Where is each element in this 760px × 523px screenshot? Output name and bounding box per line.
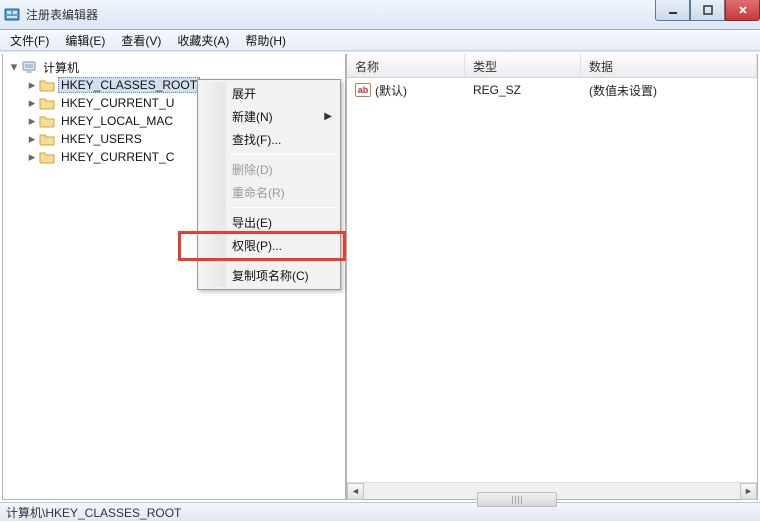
title-bar: 注册表编辑器 bbox=[0, 0, 760, 30]
tree-item-label: HKEY_CURRENT_U bbox=[58, 96, 177, 110]
computer-icon bbox=[21, 59, 37, 75]
menu-favorites[interactable]: 收藏夹(A) bbox=[169, 30, 237, 51]
cm-label: 删除(D) bbox=[232, 161, 273, 178]
cell-name: ab (默认) bbox=[347, 82, 465, 99]
folder-icon bbox=[39, 77, 55, 93]
list-row[interactable]: ab (默认) REG_SZ (数值未设置) bbox=[347, 81, 757, 99]
cm-label: 新建(N) bbox=[232, 108, 273, 125]
expand-icon[interactable]: ▸ bbox=[25, 149, 39, 165]
maximize-button[interactable] bbox=[690, 0, 725, 21]
col-type[interactable]: 类型 bbox=[465, 54, 581, 77]
tree-root-row[interactable]: ▾ 计算机 bbox=[7, 58, 345, 76]
window-controls bbox=[655, 0, 760, 21]
expand-icon[interactable]: ▸ bbox=[25, 113, 39, 129]
list-header: 名称 类型 数据 bbox=[347, 54, 757, 78]
cm-copy-key-name[interactable]: 复制项名称(C) bbox=[200, 264, 338, 287]
expand-icon[interactable]: ▾ bbox=[7, 59, 21, 75]
horizontal-scrollbar[interactable]: ◄ ► bbox=[347, 482, 757, 499]
tree-item-label: HKEY_USERS bbox=[58, 132, 145, 146]
tree-root-label: 计算机 bbox=[40, 59, 82, 76]
window-title: 注册表编辑器 bbox=[26, 6, 756, 23]
cm-permissions[interactable]: 权限(P)... bbox=[200, 234, 338, 257]
cm-new[interactable]: 新建(N) ▶ bbox=[200, 105, 338, 128]
cm-label: 导出(E) bbox=[232, 214, 272, 231]
value-name: (默认) bbox=[375, 82, 407, 99]
minimize-button[interactable] bbox=[655, 0, 690, 21]
context-menu-separator bbox=[230, 154, 336, 155]
cell-type: REG_SZ bbox=[465, 83, 581, 97]
menu-help[interactable]: 帮助(H) bbox=[237, 30, 294, 51]
cm-label: 复制项名称(C) bbox=[232, 267, 309, 284]
scroll-thumb[interactable] bbox=[477, 492, 557, 507]
cm-label: 权限(P)... bbox=[232, 237, 282, 254]
context-menu-separator bbox=[230, 260, 336, 261]
scroll-left-button[interactable]: ◄ bbox=[347, 483, 364, 500]
cm-expand[interactable]: 展开 bbox=[200, 82, 338, 105]
close-button[interactable] bbox=[725, 0, 760, 21]
expand-icon[interactable]: ▸ bbox=[25, 131, 39, 147]
folder-icon bbox=[39, 149, 55, 165]
folder-icon bbox=[39, 95, 55, 111]
menu-view[interactable]: 查看(V) bbox=[113, 30, 169, 51]
cm-label: 重命名(R) bbox=[232, 184, 285, 201]
tree-item-label: HKEY_CURRENT_C bbox=[58, 150, 177, 164]
menu-edit[interactable]: 编辑(E) bbox=[57, 30, 113, 51]
submenu-arrow-icon: ▶ bbox=[324, 111, 332, 122]
cm-rename: 重命名(R) bbox=[200, 181, 338, 204]
expand-icon[interactable]: ▸ bbox=[25, 95, 39, 111]
tree-item-label: HKEY_LOCAL_MAC bbox=[58, 114, 176, 128]
status-bar: 计算机\HKEY_CLASSES_ROOT bbox=[0, 502, 760, 521]
cm-delete: 删除(D) bbox=[200, 158, 338, 181]
scroll-right-button[interactable]: ► bbox=[740, 483, 757, 500]
main-area: ▾ 计算机 ▸ HKEY_CLASSES_ROOT ▸ HKEY_CURRENT… bbox=[0, 51, 760, 502]
folder-icon bbox=[39, 131, 55, 147]
list-pane: 名称 类型 数据 ab (默认) REG_SZ (数值未设置) ◄ ► bbox=[346, 54, 758, 500]
menu-bar: 文件(F) 编辑(E) 查看(V) 收藏夹(A) 帮助(H) bbox=[0, 30, 760, 51]
expand-icon[interactable]: ▸ bbox=[25, 77, 39, 93]
col-data[interactable]: 数据 bbox=[581, 54, 757, 77]
cm-label: 展开 bbox=[232, 85, 256, 102]
cm-export[interactable]: 导出(E) bbox=[200, 211, 338, 234]
status-path: 计算机\HKEY_CLASSES_ROOT bbox=[6, 504, 181, 521]
string-value-icon: ab bbox=[355, 83, 371, 97]
context-menu-separator bbox=[230, 207, 336, 208]
menu-file[interactable]: 文件(F) bbox=[2, 30, 57, 51]
list-body: ab (默认) REG_SZ (数值未设置) bbox=[347, 78, 757, 102]
app-icon bbox=[4, 7, 20, 23]
cell-data: (数值未设置) bbox=[581, 82, 757, 99]
tree-item-label: HKEY_CLASSES_ROOT bbox=[58, 77, 200, 93]
col-name[interactable]: 名称 bbox=[347, 54, 465, 77]
cm-find[interactable]: 查找(F)... bbox=[200, 128, 338, 151]
folder-icon bbox=[39, 113, 55, 129]
cm-label: 查找(F)... bbox=[232, 131, 281, 148]
context-menu: 展开 新建(N) ▶ 查找(F)... 删除(D) 重命名(R) 导出(E) 权限… bbox=[197, 79, 341, 290]
